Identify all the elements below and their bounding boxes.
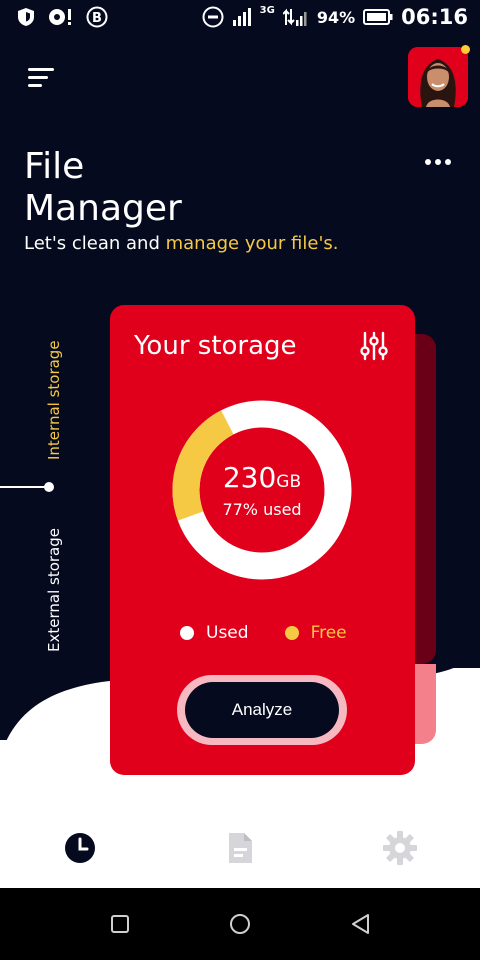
profile-photo — [408, 47, 468, 107]
back-icon[interactable] — [350, 913, 372, 935]
bottom-navigation — [0, 808, 480, 888]
storage-legend: Used Free — [180, 623, 347, 643]
shield-icon — [18, 8, 34, 26]
analyze-button[interactable]: Analyze — [185, 682, 339, 738]
sliders-icon[interactable] — [360, 331, 388, 361]
legend-free-label: Free — [310, 623, 347, 643]
subtitle-highlight: manage your file's. — [165, 233, 339, 254]
tab-internal-storage[interactable]: Internal storage — [45, 340, 63, 460]
battery-percent: 94% — [316, 7, 356, 27]
subtitle: Let's clean and manage your file's. — [24, 233, 339, 254]
gear-icon[interactable] — [382, 830, 418, 866]
tab-indicator-dot — [44, 482, 54, 492]
subtitle-plain: Let's clean and — [24, 233, 166, 254]
battery-icon — [363, 9, 393, 25]
storage-used-percent: 77% used — [222, 500, 302, 519]
status-bar: B 3G 94% 06:16 — [0, 0, 480, 36]
dnd-icon — [202, 6, 224, 28]
more-options-icon[interactable] — [425, 155, 453, 169]
clock-time: 06:16 — [401, 5, 468, 29]
legend-free: Free — [284, 623, 347, 643]
home-icon[interactable] — [229, 913, 251, 935]
tab-indicator-line — [0, 486, 48, 488]
storage-card-title: Your storage — [134, 331, 297, 361]
document-icon[interactable] — [222, 830, 258, 866]
data-signal-icon — [282, 8, 307, 26]
title-line-2: Manager — [24, 188, 182, 229]
legend-free-dot — [284, 626, 299, 640]
storage-total-unit: GB — [276, 472, 302, 492]
recent-apps-icon[interactable] — [110, 914, 130, 934]
storage-total-value: 230 — [222, 461, 277, 494]
clock-icon[interactable] — [62, 830, 98, 866]
page-title: File Manager — [24, 146, 182, 230]
notification-icon — [49, 9, 71, 25]
tab-external-storage[interactable]: External storage — [45, 528, 63, 652]
avatar[interactable] — [408, 47, 468, 107]
svg-text:B: B — [92, 11, 102, 26]
system-navigation-bar — [0, 888, 480, 960]
legend-used-label: Used — [206, 623, 249, 643]
storage-card: Your storage 230GB 77% used Used Free An… — [110, 305, 415, 775]
legend-used: Used — [180, 623, 249, 643]
donut-center: 230GB 77% used — [172, 400, 352, 580]
menu-icon[interactable] — [28, 68, 58, 90]
network-type-label: 3G — [259, 4, 275, 16]
legend-used-dot — [180, 626, 194, 640]
signal-icon — [232, 8, 251, 26]
screen: B 3G 94% 06:16 File Manager Let's clean … — [0, 0, 480, 960]
title-line-1: File — [24, 146, 85, 187]
online-status-dot — [461, 45, 470, 54]
b-app-icon: B — [86, 6, 108, 28]
